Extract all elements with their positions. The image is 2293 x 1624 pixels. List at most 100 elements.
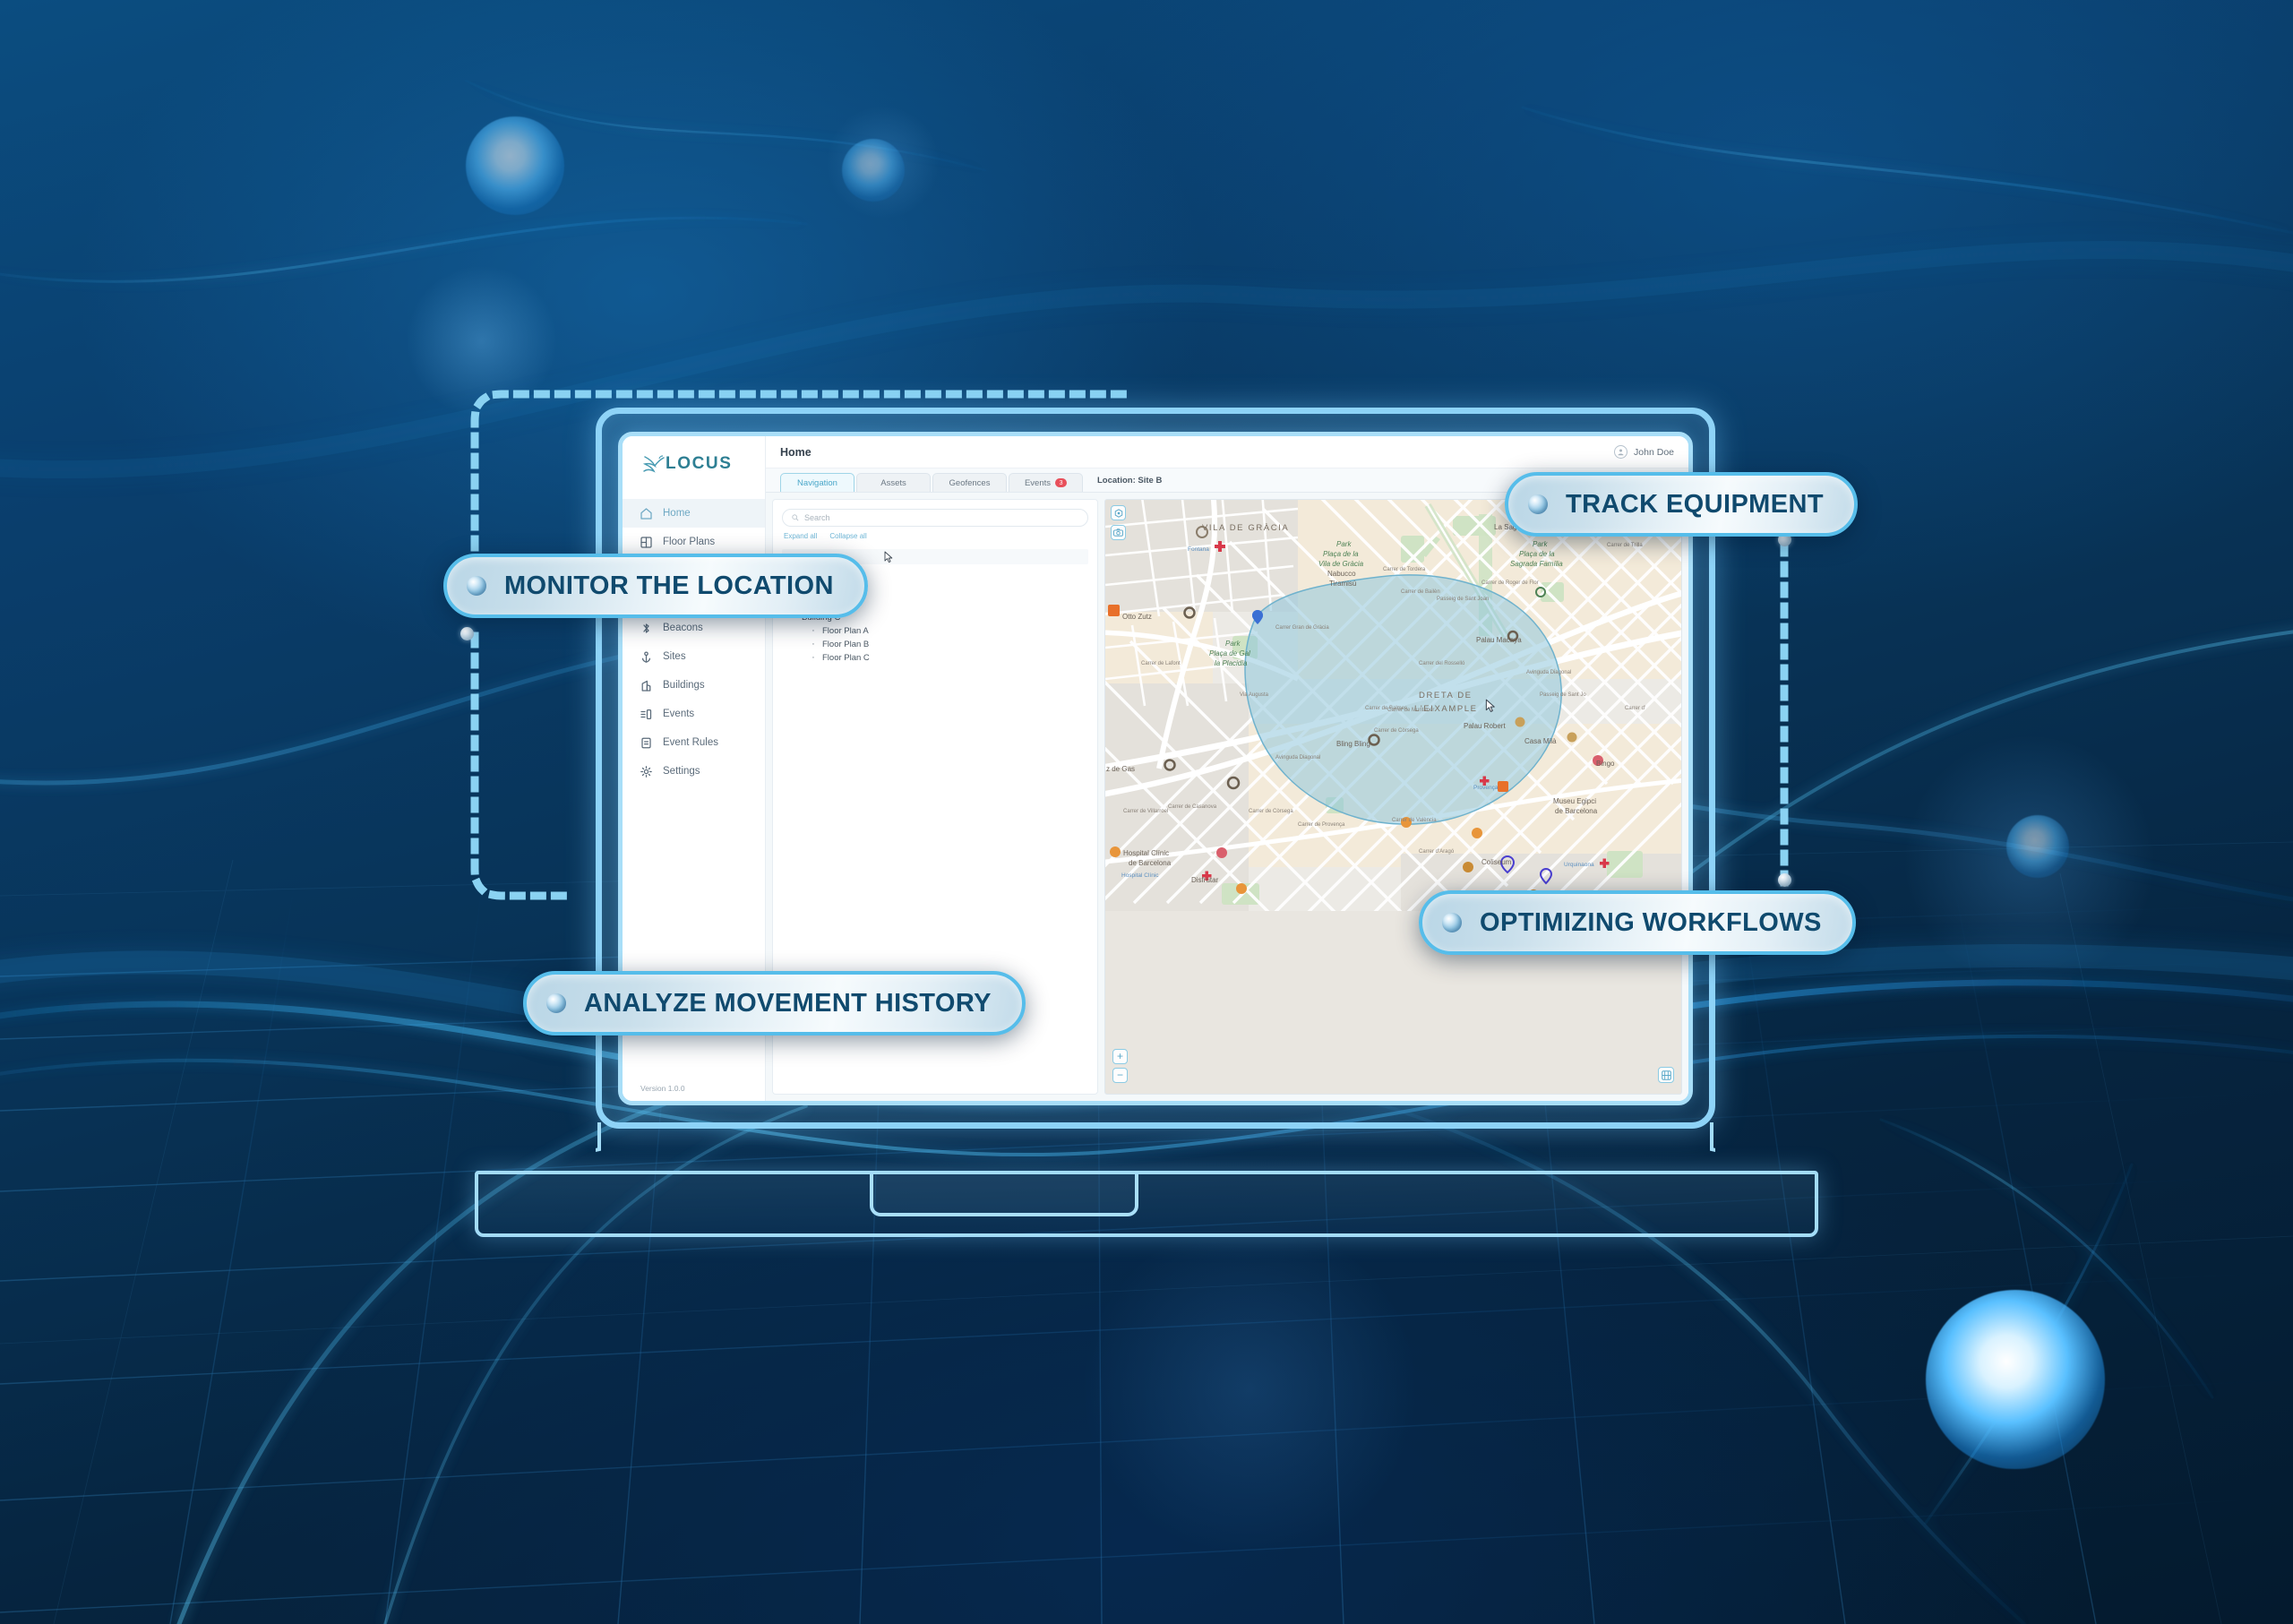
geofence-tool-icon[interactable] [1111, 505, 1126, 520]
network-hub-quaternary [2006, 815, 2069, 878]
map-label: Tiramisú [1329, 580, 1357, 588]
callout-bullet-icon [546, 993, 566, 1013]
bluetooth-icon [643, 623, 649, 633]
map-label: Fontana [1188, 546, 1209, 553]
map-label: Carrer Gran de Gràcia [1275, 625, 1329, 631]
expand-all-link[interactable]: Expand all [784, 532, 817, 540]
map-label: Carrer de Tordera [1383, 567, 1426, 572]
sidebar-item-event-rules[interactable]: Event Rules [623, 728, 765, 757]
map-label: z de Gas [1106, 765, 1136, 773]
sidebar-item-label: Buildings [663, 680, 705, 691]
tab-events[interactable]: Events 3 [1009, 473, 1083, 492]
map-panel[interactable]: VILA DE GRÀCIADRETA DEL'EIXAMPLELa Sagra… [1104, 499, 1682, 1095]
tree-node[interactable]: · Floor Plan A [789, 624, 1088, 638]
search-icon [792, 514, 799, 521]
map-label: Nabucco [1327, 570, 1356, 578]
map-label: Otto Zutz [1122, 613, 1152, 621]
sidebar-item-label: Beacons [663, 623, 703, 633]
floorplan-icon [640, 536, 652, 548]
callout-analyze-movement-history[interactable]: ANALYZE MOVEMENT HISTORY [523, 971, 1026, 1035]
page-title: Home [780, 445, 812, 459]
tab-label: Assets [880, 477, 906, 488]
collapse-all-link[interactable]: Collapse all [829, 532, 866, 540]
tab-navigation[interactable]: Navigation [780, 473, 855, 492]
map-label: Carrer de Roger de Flor [1481, 580, 1539, 586]
user-menu[interactable]: John Doe [1614, 445, 1674, 459]
callout-label: TRACK EQUIPMENT [1566, 489, 1824, 519]
map-label: Carrer de Muntaner [1387, 708, 1435, 713]
map-label: de Barcelona [1129, 859, 1172, 867]
map-label: Park [1533, 540, 1548, 548]
user-avatar-icon [1614, 445, 1628, 459]
map-label: Plaça de Gal [1209, 649, 1250, 657]
sidebar-item-events[interactable]: Events [623, 700, 765, 728]
tree-node-label: Floor Plan C [822, 653, 870, 663]
sidebar-item-buildings[interactable]: Buildings [623, 671, 765, 700]
network-hub-tertiary [842, 139, 905, 202]
tab-geofences[interactable]: Geofences [932, 473, 1007, 492]
map-label: Carrer de Balmes [1365, 706, 1408, 711]
topbar: Home John Doe [766, 436, 1688, 468]
map-label: L'EIXAMPLE [1414, 704, 1478, 714]
sidebar-item-settings[interactable]: Settings [623, 757, 765, 786]
sidebar-item-home[interactable]: Home [623, 499, 765, 528]
map-label: Carrer d' [1625, 706, 1646, 711]
map-label: Via Augusta [1240, 692, 1268, 698]
callout-label: ANALYZE MOVEMENT HISTORY [584, 988, 992, 1018]
map-zoom-controls: + − [1112, 1049, 1128, 1083]
sidebar-item-floor-plans[interactable]: Floor Plans [623, 528, 765, 556]
home-icon [640, 507, 652, 520]
building-icon [641, 680, 651, 692]
mouse-cursor-icon [884, 551, 893, 563]
tree-node[interactable]: · Floor Plan C [789, 651, 1088, 665]
sidebar-item-label: Sites [663, 651, 686, 662]
app-logo[interactable]: LOCUS [623, 436, 765, 492]
tab-label: Events [1024, 477, 1052, 488]
map-label: Carrer de València [1392, 818, 1437, 823]
zoom-in-button[interactable]: + [1112, 1049, 1128, 1064]
map-mouse-cursor-icon [1485, 699, 1495, 712]
search-input[interactable]: Search [782, 509, 1088, 527]
location-label: Location: Site B [1097, 475, 1163, 485]
bracket-endpoint-right-bottom [1778, 873, 1791, 887]
zoom-out-button[interactable]: − [1112, 1068, 1128, 1083]
sidebar-item-sites[interactable]: Sites [623, 642, 765, 671]
tab-badge: 3 [1055, 478, 1068, 487]
map-label: VILA DE GRÀCIA [1202, 523, 1290, 533]
map-label: Avinguda Diagonal [1526, 670, 1572, 675]
map-label: Carrer de Bailèn [1401, 589, 1440, 595]
tab-assets[interactable]: Assets [856, 473, 931, 492]
map-label: Disfrutar [1191, 876, 1219, 884]
callout-track-equipment[interactable]: TRACK EQUIPMENT [1505, 472, 1858, 537]
map-label: Carrer de Provença [1298, 822, 1345, 828]
map-label: la Placidia [1215, 659, 1248, 667]
map-label: Urquinaona [1564, 862, 1594, 868]
laptop-trackpad [870, 1174, 1138, 1216]
map-label: Museu Egipci [1553, 797, 1597, 805]
callout-optimizing-workflows[interactable]: OPTIMIZING WORKFLOWS [1419, 890, 1856, 955]
map-label: Vila de Gràcia [1318, 560, 1364, 568]
map-label: Palau Robert [1464, 722, 1506, 730]
tab-label: Geofences [949, 477, 991, 488]
sidebar-item-label: Floor Plans [663, 537, 716, 547]
map-label: DRETA DE [1419, 691, 1473, 700]
map-fullscreen-icon[interactable] [1658, 1067, 1674, 1083]
callout-label: OPTIMIZING WORKFLOWS [1480, 907, 1822, 937]
callout-monitor-location[interactable]: MONITOR THE LOCATION [443, 554, 868, 618]
tab-label: Navigation [797, 477, 837, 488]
map-label: Sagrada Família [1510, 560, 1563, 568]
map-label: Avinguda Diagonal [1275, 755, 1321, 760]
map-label: Coliseum [1481, 858, 1512, 866]
map-label: Carrer d'Aragó [1419, 849, 1455, 855]
sidebar-item-label: Home [663, 508, 691, 519]
laptop-lid-neck [596, 1122, 1715, 1153]
search-placeholder: Search [804, 513, 830, 522]
map-label: Carrer de Còrsega [1374, 728, 1419, 734]
map-label: Carrer de Trilla [1607, 543, 1643, 548]
map-label: Carrer de Còrsega [1249, 809, 1293, 814]
tree-node[interactable]: · Floor Plan B [789, 638, 1088, 651]
map-label: Casa Milà [1524, 737, 1557, 745]
tree-toggle-icon: · [812, 625, 815, 636]
callout-bullet-icon [1442, 913, 1462, 932]
camera-tool-icon[interactable] [1111, 525, 1126, 540]
